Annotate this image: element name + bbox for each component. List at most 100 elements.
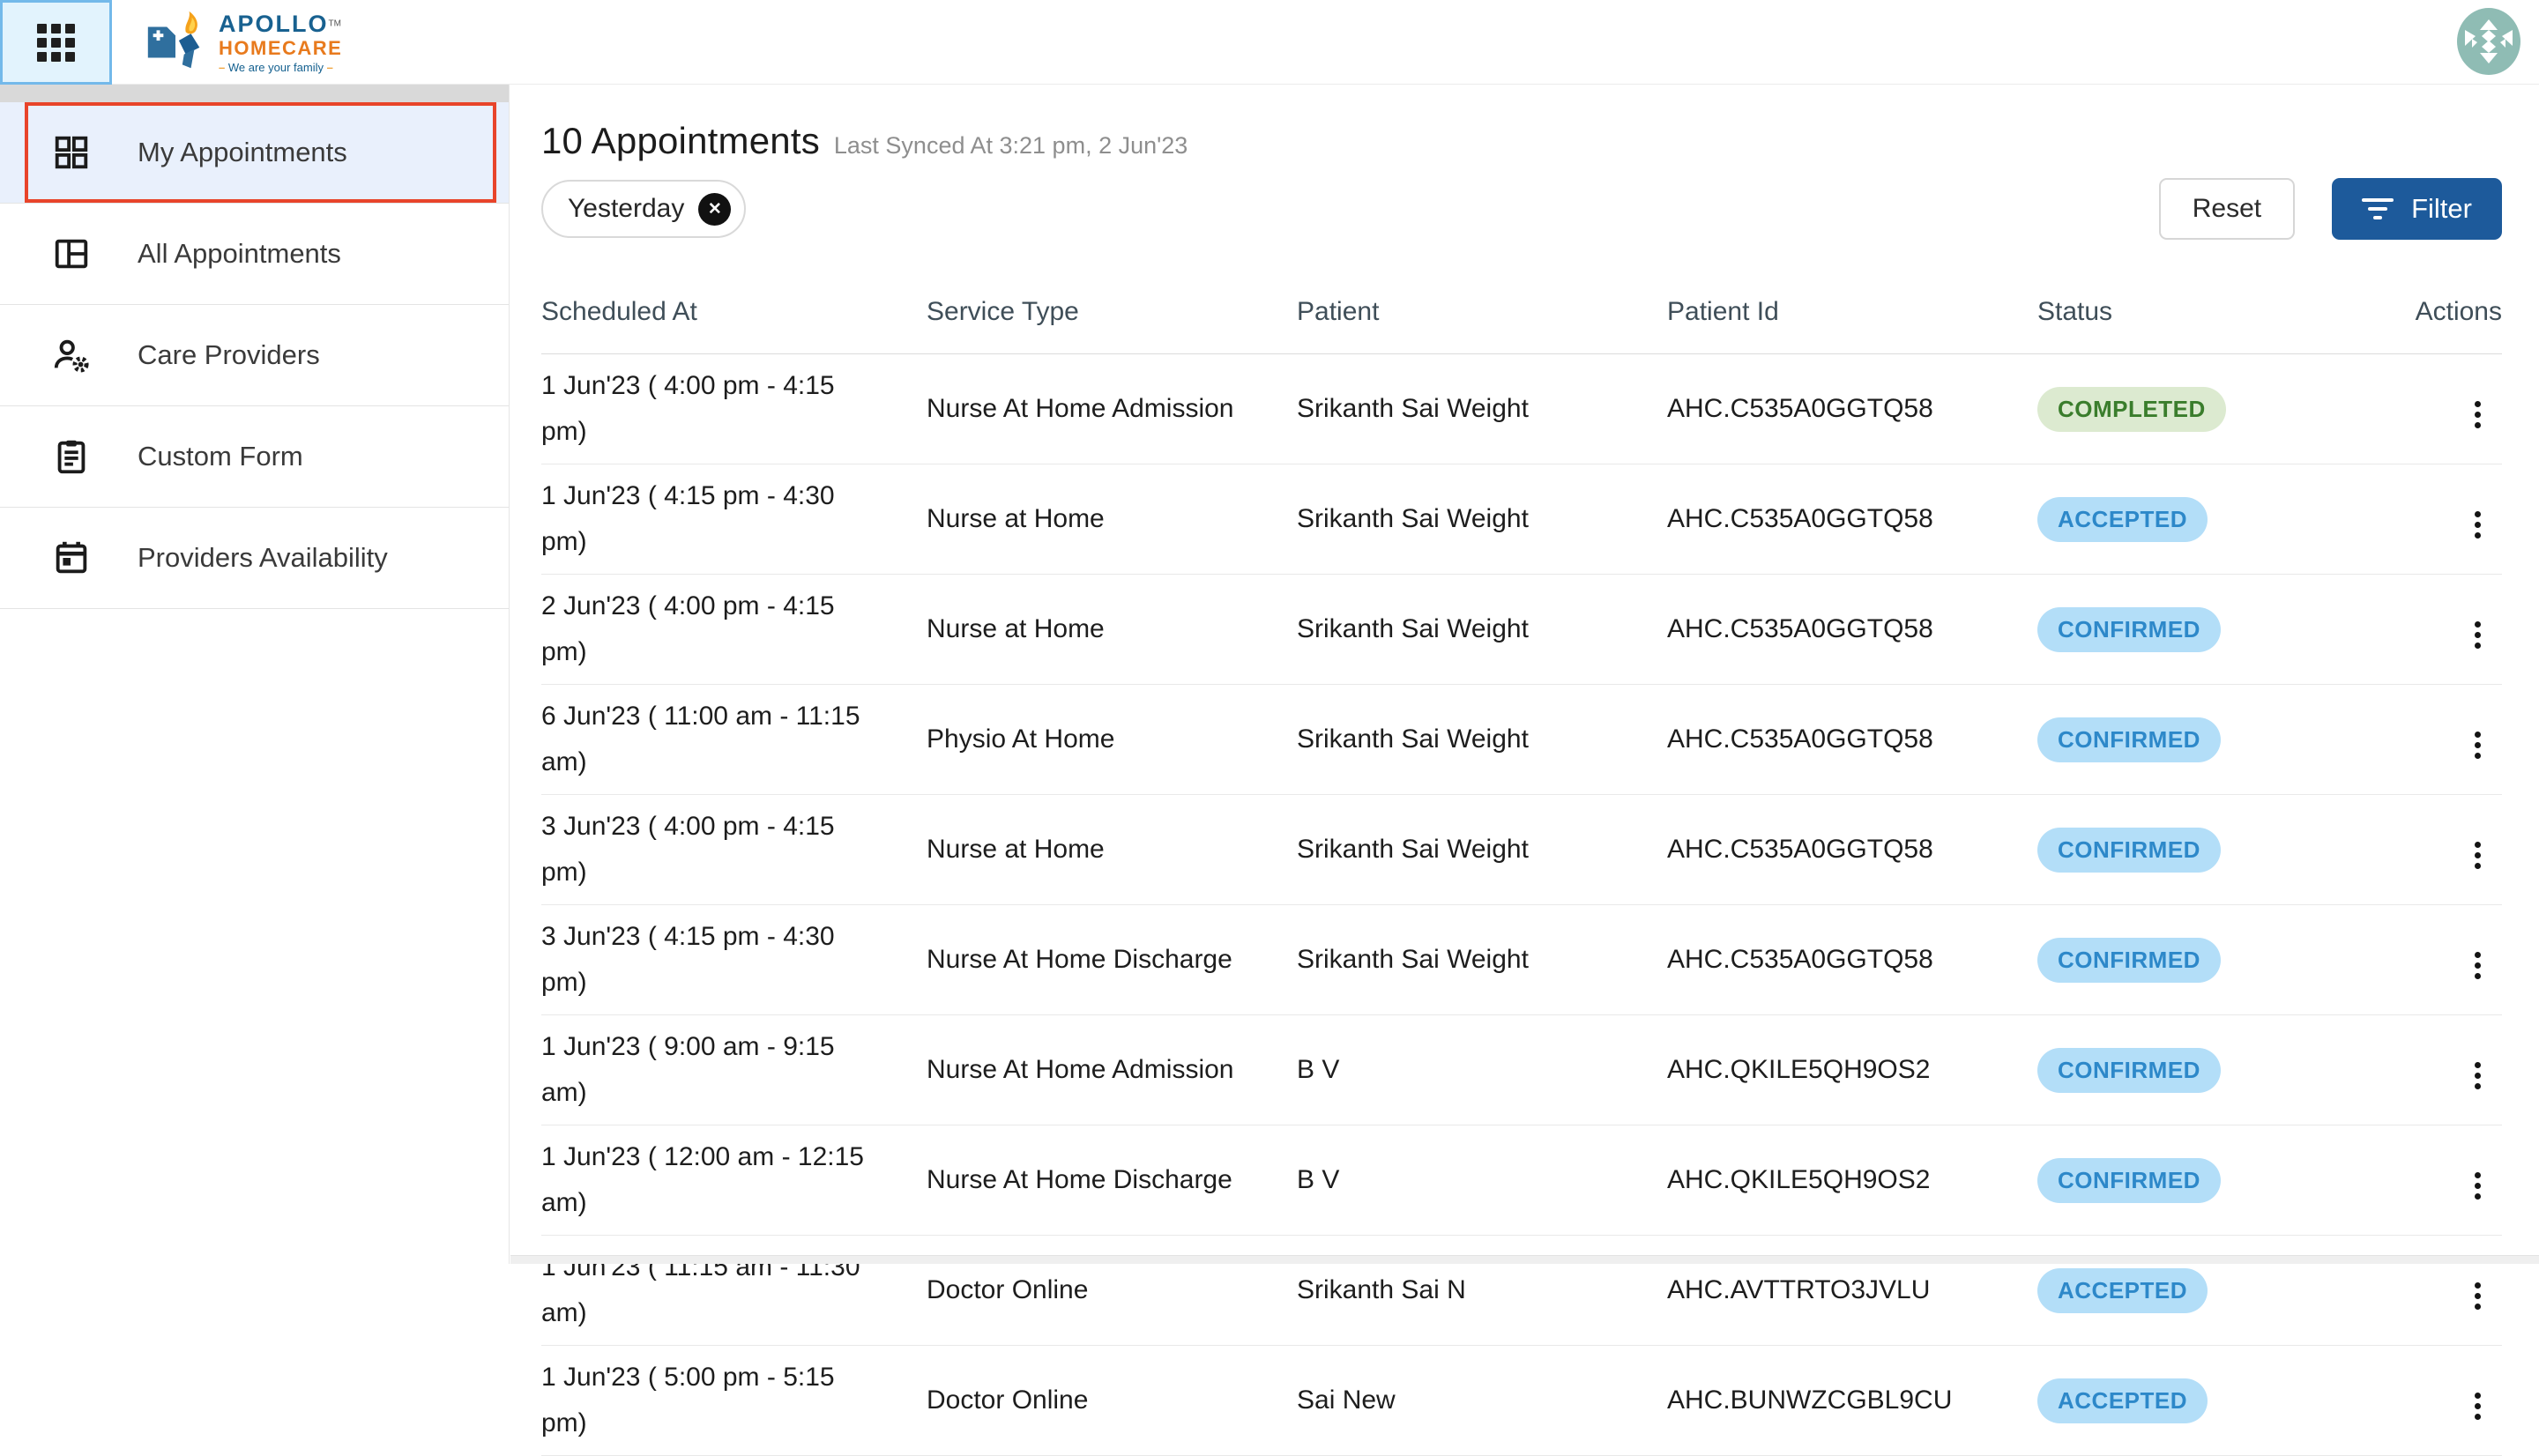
cell-scheduled-at: 6 Jun'23 ( 11:00 am - 11:15 am) <box>541 685 883 794</box>
apps-grid-icon <box>37 24 75 62</box>
apollo-homecare-logo: APOLLOTM HOMECARE – We are your family – <box>141 7 342 78</box>
torch-logo-icon <box>141 8 210 77</box>
cell-service-type: Doctor Online <box>927 1275 1297 1305</box>
filter-button[interactable]: Filter <box>2332 178 2502 240</box>
cell-service-type: Nurse At Home Admission <box>927 394 1297 424</box>
cell-patient-id: AHC.C535A0GGTQ58 <box>1667 614 2037 644</box>
filter-row: Yesterday ✕ Reset Filter <box>541 178 2502 240</box>
cell-scheduled-at: 3 Jun'23 ( 4:00 pm - 4:15 pm) <box>541 795 883 904</box>
row-actions-kebab-icon[interactable] <box>2466 506 2490 544</box>
cell-patient-id: AHC.AVTTRTO3JVLU <box>1667 1275 2037 1305</box>
logo-tm: TM <box>329 19 341 28</box>
cell-service-type: Nurse At Home Discharge <box>927 945 1297 975</box>
table-row: 1 Jun'23 ( 9:00 am - 9:15 am) Nurse At H… <box>541 1015 2502 1125</box>
cell-patient: Srikanth Sai Weight <box>1297 945 1667 975</box>
appointments-table: Scheduled At Service Type Patient Patien… <box>541 270 2502 1456</box>
row-actions-kebab-icon[interactable] <box>2466 1387 2490 1425</box>
cell-scheduled-at: 1 Jun'23 ( 5:00 pm - 5:15 pm) <box>541 1346 883 1455</box>
col-service-type: Service Type <box>927 297 1297 327</box>
filter-icon <box>2362 198 2394 219</box>
layout-icon <box>51 234 92 274</box>
status-badge: CONFIRMED <box>2037 828 2221 873</box>
col-actions: Actions <box>2346 297 2502 327</box>
cell-service-type: Doctor Online <box>927 1385 1297 1415</box>
cell-patient: Srikanth Sai Weight <box>1297 835 1667 865</box>
reset-button[interactable]: Reset <box>2159 178 2295 240</box>
table-row: 1 Jun'23 ( 4:15 pm - 4:30 pm) Nurse at H… <box>541 464 2502 575</box>
table-row: 1 Jun'23 ( 11:15 am - 11:30 am) Doctor O… <box>541 1236 2502 1346</box>
sidebar-item-my-appointments[interactable]: My Appointments <box>0 102 509 204</box>
cell-scheduled-at: 1 Jun'23 ( 11:15 am - 11:30 am) <box>541 1236 883 1345</box>
sidebar: My Appointments All Appointments Care Pr… <box>0 85 510 1264</box>
col-status: Status <box>2037 297 2346 327</box>
sidebar-item-label: All Appointments <box>138 238 341 270</box>
cell-service-type: Nurse At Home Admission <box>927 1055 1297 1085</box>
cell-scheduled-at: 3 Jun'23 ( 4:15 pm - 4:30 pm) <box>541 905 883 1014</box>
row-actions-kebab-icon[interactable] <box>2466 616 2490 654</box>
logo-tagline: – We are your family – <box>219 62 342 73</box>
status-badge: COMPLETED <box>2037 387 2226 432</box>
cell-patient-id: AHC.C535A0GGTQ58 <box>1667 724 2037 754</box>
cell-service-type: Nurse at Home <box>927 504 1297 534</box>
status-badge: CONFIRMED <box>2037 1048 2221 1093</box>
cell-patient-id: AHC.C535A0GGTQ58 <box>1667 394 2037 424</box>
page-title: 10 Appointments <box>541 120 820 162</box>
cell-scheduled-at: 2 Jun'23 ( 4:00 pm - 4:15 pm) <box>541 575 883 684</box>
status-badge: ACCEPTED <box>2037 497 2208 542</box>
sidebar-item-label: Care Providers <box>138 339 320 371</box>
col-patient: Patient <box>1297 297 1667 327</box>
sidebar-item-label: Providers Availability <box>138 542 388 574</box>
col-patient-id: Patient Id <box>1667 297 2037 327</box>
filter-chip-yesterday[interactable]: Yesterday ✕ <box>541 180 746 238</box>
cell-patient: B V <box>1297 1165 1667 1195</box>
row-actions-kebab-icon[interactable] <box>2466 396 2490 434</box>
cell-patient-id: AHC.QKILE5QH9OS2 <box>1667 1165 2037 1195</box>
topbar: APOLLOTM HOMECARE – We are your family – <box>0 0 2539 85</box>
filter-chip-label: Yesterday <box>568 194 684 224</box>
row-actions-kebab-icon[interactable] <box>2466 1167 2490 1205</box>
status-badge: ACCEPTED <box>2037 1268 2208 1313</box>
cell-patient: Srikanth Sai Weight <box>1297 504 1667 534</box>
calendar-icon <box>51 538 92 578</box>
cell-service-type: Nurse At Home Discharge <box>927 1165 1297 1195</box>
status-badge: CONFIRMED <box>2037 717 2221 762</box>
dashboard-icon <box>51 132 92 173</box>
cell-patient: B V <box>1297 1055 1667 1085</box>
cell-patient-id: AHC.BUNWZCGBL9CU <box>1667 1385 2037 1415</box>
status-badge: ACCEPTED <box>2037 1378 2208 1423</box>
table-body: 1 Jun'23 ( 4:00 pm - 4:15 pm) Nurse At H… <box>541 354 2502 1456</box>
sidebar-top-strip <box>0 85 509 102</box>
cell-patient: Srikanth Sai N <box>1297 1275 1667 1305</box>
cell-patient: Srikanth Sai Weight <box>1297 724 1667 754</box>
logo-apollo-text: APOLLO <box>219 11 329 37</box>
chip-remove-icon[interactable]: ✕ <box>698 193 731 226</box>
row-actions-kebab-icon[interactable] <box>2466 836 2490 874</box>
cell-scheduled-at: 1 Jun'23 ( 4:00 pm - 4:15 pm) <box>541 354 883 464</box>
logo-homecare-text: HOMECARE <box>219 39 342 58</box>
cell-service-type: Nurse at Home <box>927 614 1297 644</box>
apps-menu-button[interactable] <box>0 0 112 85</box>
sidebar-item-all-appointments[interactable]: All Appointments <box>0 204 509 305</box>
cell-patient: Srikanth Sai Weight <box>1297 614 1667 644</box>
cell-scheduled-at: 1 Jun'23 ( 4:15 pm - 4:30 pm) <box>541 464 883 574</box>
sidebar-item-providers-availability[interactable]: Providers Availability <box>0 508 509 609</box>
cell-patient-id: AHC.C535A0GGTQ58 <box>1667 835 2037 865</box>
row-actions-kebab-icon[interactable] <box>2466 1057 2490 1095</box>
main-content: 10 Appointments Last Synced At 3:21 pm, … <box>510 85 2539 1264</box>
row-actions-kebab-icon[interactable] <box>2466 947 2490 984</box>
filter-button-label: Filter <box>2411 193 2472 225</box>
sidebar-item-label: Custom Form <box>138 441 303 472</box>
manage-accounts-icon <box>51 335 92 375</box>
sidebar-item-care-providers[interactable]: Care Providers <box>0 305 509 406</box>
sidebar-item-custom-form[interactable]: Custom Form <box>0 406 509 508</box>
cell-service-type: Nurse at Home <box>927 835 1297 865</box>
table-row: 6 Jun'23 ( 11:00 am - 11:15 am) Physio A… <box>541 685 2502 795</box>
row-actions-kebab-icon[interactable] <box>2466 1277 2490 1315</box>
sidebar-item-label: My Appointments <box>138 137 347 168</box>
user-avatar[interactable] <box>2456 7 2521 76</box>
col-scheduled-at: Scheduled At <box>541 297 927 327</box>
table-row: 2 Jun'23 ( 4:00 pm - 4:15 pm) Nurse at H… <box>541 575 2502 685</box>
horizontal-scrollbar[interactable] <box>510 1255 2539 1264</box>
cell-patient-id: AHC.C535A0GGTQ58 <box>1667 945 2037 975</box>
row-actions-kebab-icon[interactable] <box>2466 726 2490 764</box>
